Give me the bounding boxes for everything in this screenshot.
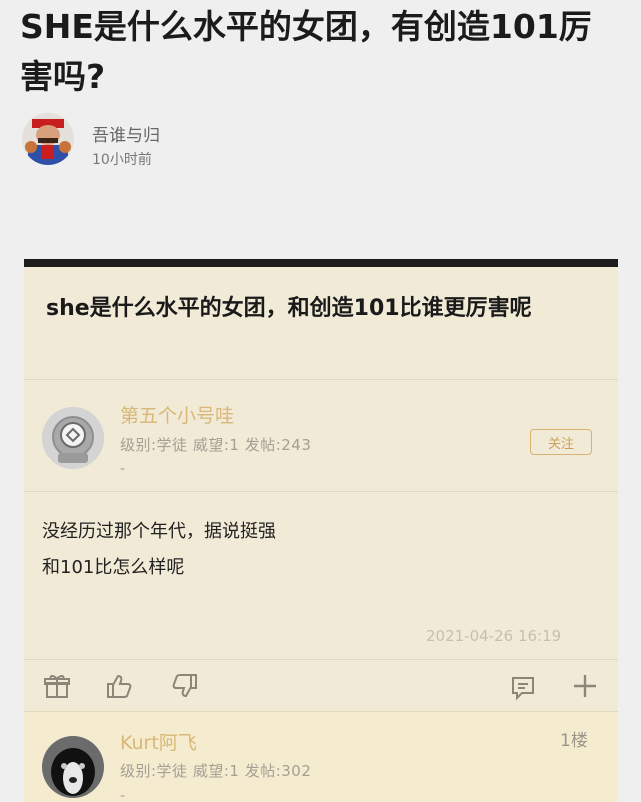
author-name[interactable]: 吾谁与归 (92, 121, 160, 146)
reply-avatar[interactable] (42, 736, 104, 798)
post-timestamp: 2021-04-26 16:19 (426, 627, 562, 645)
divider (24, 659, 618, 660)
forum-post-title: she是什么水平的女团，和创造101比谁更厉害呢 (46, 296, 532, 321)
op-username[interactable]: 第五个小号哇 (120, 401, 234, 428)
reply-username[interactable]: Kurt阿飞 (120, 728, 197, 755)
dog-avatar-image (42, 736, 104, 798)
plus-icon[interactable] (570, 671, 600, 701)
gift-icon[interactable] (42, 671, 72, 701)
avatar-image (22, 113, 74, 165)
divider (24, 491, 618, 492)
post-time: 10小时前 (92, 152, 152, 168)
op-signature: - (120, 461, 126, 477)
op-avatar[interactable] (42, 407, 104, 469)
content-line: 和101比怎么样呢 (42, 557, 185, 578)
diver-helmet-icon (42, 407, 104, 469)
article-title: SHE是什么水平的女团，有创造101厉害吗? (20, 7, 592, 96)
post-content: 没经历过那个年代，据说挺强 和101比怎么样呢 (42, 514, 276, 586)
author-avatar[interactable] (22, 113, 74, 165)
thumbs-up-icon[interactable] (104, 671, 134, 701)
op-meta: 级别:学徒 威望:1 发帖:243 (120, 436, 312, 454)
reply-item: Kurt阿飞 1楼 级别:学徒 威望:1 发帖:302 - (24, 711, 618, 802)
follow-button[interactable]: 关注 (530, 429, 592, 455)
divider (24, 379, 618, 380)
reply-meta: 级别:学徒 威望:1 发帖:302 (120, 762, 312, 780)
floor-number: 1楼 (560, 731, 588, 751)
embedded-screenshot: she是什么水平的女团，和创造101比谁更厉害呢 第五个小号哇 级别:学徒 威望… (24, 259, 618, 802)
thumbs-down-icon[interactable] (170, 671, 200, 701)
comment-icon[interactable] (508, 673, 538, 703)
author-block[interactable]: 吾谁与归 10小时前 (22, 113, 422, 177)
reply-signature: - (120, 788, 126, 802)
content-line: 没经历过那个年代，据说挺强 (42, 521, 276, 542)
